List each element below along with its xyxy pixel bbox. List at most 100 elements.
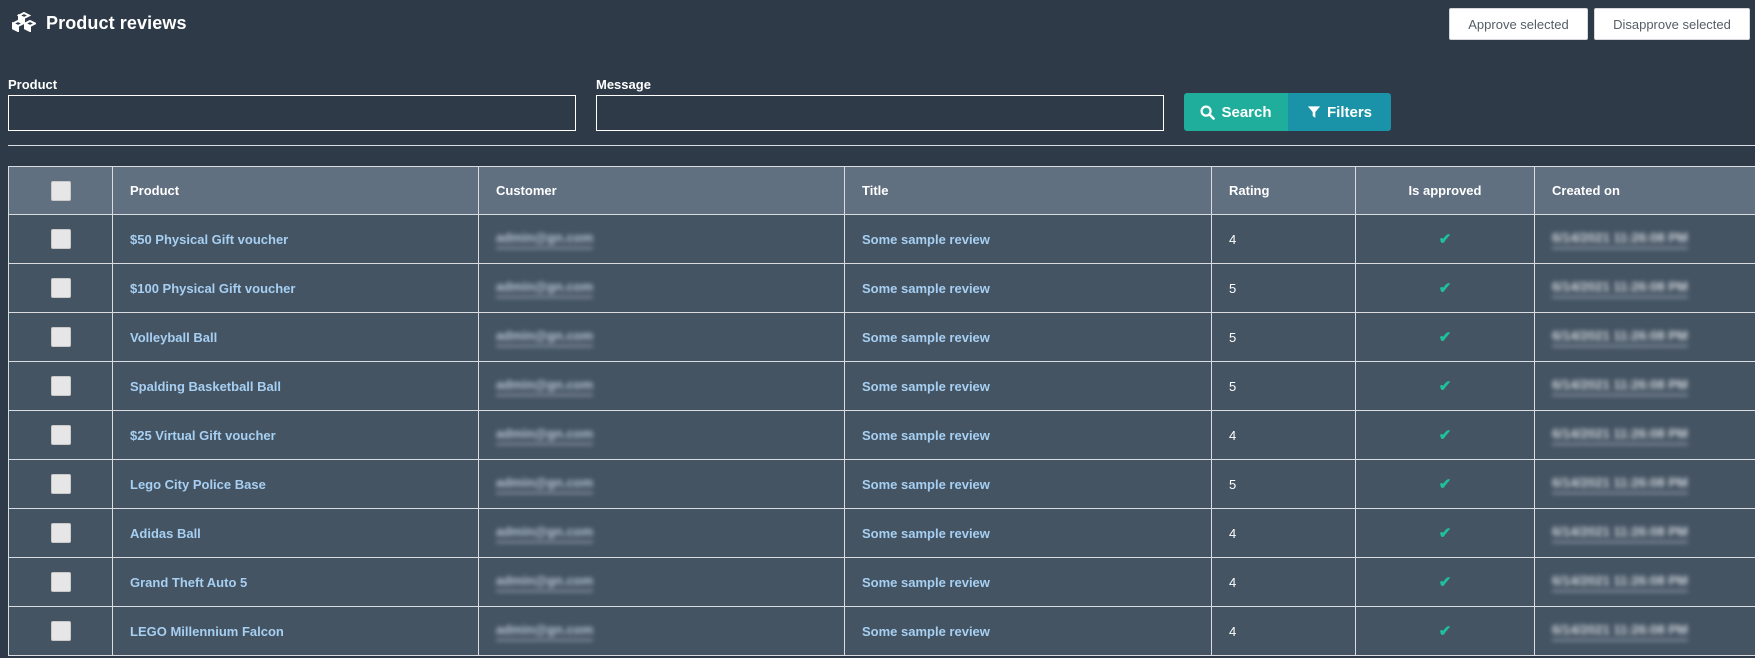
customer-email[interactable]: admin@gn.com — [496, 230, 594, 249]
rating-cell: 4 — [1211, 214, 1356, 264]
created-on-value: 6/14/2021 11:26:08 PM — [1552, 475, 1688, 494]
product-link[interactable]: $50 Physical Gift voucher — [130, 232, 288, 247]
is-approved-cell: ✔ — [1355, 312, 1535, 362]
customer-email[interactable]: admin@gn.com — [496, 622, 594, 641]
created-on-cell: 6/14/2021 11:26:08 PM — [1534, 606, 1755, 656]
rating-cell: 5 — [1211, 263, 1356, 313]
review-title-link[interactable]: Some sample review — [862, 477, 990, 492]
customer-email[interactable]: admin@gn.com — [496, 475, 594, 494]
created-on-value: 6/14/2021 11:26:08 PM — [1552, 328, 1688, 347]
page-title: Product reviews — [46, 13, 187, 33]
row-checkbox[interactable] — [50, 278, 71, 298]
customer-cell: admin@gn.com — [478, 459, 845, 509]
is-approved-cell: ✔ — [1355, 606, 1535, 656]
is-approved-cell: ✔ — [1355, 459, 1535, 509]
product-link[interactable]: LEGO Millennium Falcon — [130, 624, 284, 639]
rating-cell: 4 — [1211, 606, 1356, 656]
product-link[interactable]: Grand Theft Auto 5 — [130, 575, 247, 590]
is-approved-cell: ✔ — [1355, 263, 1535, 313]
column-header-title[interactable]: Title — [844, 166, 1212, 215]
customer-cell: admin@gn.com — [478, 606, 845, 656]
table-row: Lego City Police Base admin@gn.com Some sa… — [8, 459, 1755, 509]
customer-email[interactable]: admin@gn.com — [496, 426, 594, 445]
review-title-link[interactable]: Some sample review — [862, 232, 990, 247]
product-cell: $100 Physical Gift voucher — [112, 263, 479, 313]
column-header-is-approved[interactable]: Is approved — [1355, 166, 1535, 215]
created-on-cell: 6/14/2021 11:26:08 PM — [1534, 361, 1755, 411]
row-checkbox[interactable] — [50, 425, 71, 445]
title-cell: Some sample review — [844, 508, 1212, 558]
row-checkbox[interactable] — [50, 523, 71, 543]
title-cell: Some sample review — [844, 410, 1212, 460]
cubes-icon — [12, 12, 36, 32]
column-header-customer[interactable]: Customer — [478, 166, 845, 215]
customer-email[interactable]: admin@gn.com — [496, 279, 594, 298]
row-select-cell — [8, 557, 113, 607]
product-link[interactable]: Spalding Basketball Ball — [130, 379, 281, 394]
customer-cell: admin@gn.com — [478, 508, 845, 558]
is-approved-cell: ✔ — [1355, 557, 1535, 607]
customer-cell: admin@gn.com — [478, 263, 845, 313]
review-title-link[interactable]: Some sample review — [862, 624, 990, 639]
check-icon: ✔ — [1438, 231, 1452, 248]
filters-button[interactable]: Filters — [1288, 93, 1391, 131]
select-all-checkbox[interactable] — [50, 180, 71, 201]
product-link[interactable]: Volleyball Ball — [130, 330, 217, 345]
product-link[interactable]: Adidas Ball — [130, 526, 201, 541]
customer-email[interactable]: admin@gn.com — [496, 573, 594, 592]
disapprove-selected-button[interactable]: Disapprove selected — [1594, 8, 1750, 40]
created-on-cell: 6/14/2021 11:26:08 PM — [1534, 214, 1755, 264]
created-on-value: 6/14/2021 11:26:08 PM — [1552, 377, 1688, 396]
table-row: $25 Virtual Gift voucher admin@gn.com Some… — [8, 410, 1755, 460]
search-button[interactable]: Search — [1184, 93, 1288, 131]
row-select-cell — [8, 312, 113, 362]
search-button-label: Search — [1221, 103, 1272, 121]
created-on-cell: 6/14/2021 11:26:08 PM — [1534, 263, 1755, 313]
row-checkbox[interactable] — [50, 572, 71, 592]
table-header-row: Product Customer Title Rating Is approve… — [8, 166, 1755, 215]
customer-email[interactable]: admin@gn.com — [496, 524, 594, 543]
row-checkbox[interactable] — [50, 229, 71, 249]
product-link[interactable]: $100 Physical Gift voucher — [130, 281, 295, 296]
review-title-link[interactable]: Some sample review — [862, 330, 990, 345]
product-cell: Lego City Police Base — [112, 459, 479, 509]
review-title-link[interactable]: Some sample review — [862, 428, 990, 443]
customer-cell: admin@gn.com — [478, 410, 845, 460]
table-row: LEGO Millennium Falcon admin@gn.com Some s… — [8, 606, 1755, 656]
title-cell: Some sample review — [844, 557, 1212, 607]
check-icon: ✔ — [1438, 623, 1452, 640]
table-row: $50 Physical Gift voucher admin@gn.com Som… — [8, 214, 1755, 264]
approve-selected-button[interactable]: Approve selected — [1449, 8, 1588, 40]
customer-email[interactable]: admin@gn.com — [496, 328, 594, 347]
column-header-created-on[interactable]: Created on — [1534, 166, 1755, 215]
row-checkbox[interactable] — [50, 376, 71, 396]
row-checkbox[interactable] — [50, 327, 71, 347]
title-cell: Some sample review — [844, 459, 1212, 509]
product-link[interactable]: Lego City Police Base — [130, 477, 266, 492]
created-on-cell: 6/14/2021 11:26:08 PM — [1534, 459, 1755, 509]
product-link[interactable]: $25 Virtual Gift voucher — [130, 428, 276, 443]
is-approved-cell: ✔ — [1355, 214, 1535, 264]
row-checkbox[interactable] — [50, 621, 71, 641]
message-field-label: Message — [596, 77, 651, 92]
review-title-link[interactable]: Some sample review — [862, 526, 990, 541]
check-icon: ✔ — [1438, 574, 1452, 591]
check-icon: ✔ — [1438, 525, 1452, 542]
row-checkbox[interactable] — [50, 474, 71, 494]
column-header-product[interactable]: Product — [112, 166, 479, 215]
review-title-link[interactable]: Some sample review — [862, 281, 990, 296]
message-search-input[interactable] — [596, 95, 1164, 131]
product-search-input[interactable] — [8, 95, 576, 131]
product-field-label: Product — [8, 77, 58, 92]
review-title-link[interactable]: Some sample review — [862, 379, 990, 394]
row-select-cell — [8, 508, 113, 558]
created-on-value: 6/14/2021 11:26:08 PM — [1552, 279, 1688, 298]
row-select-cell — [8, 410, 113, 460]
row-select-cell — [8, 361, 113, 411]
created-on-cell: 6/14/2021 11:26:08 PM — [1534, 410, 1755, 460]
column-header-rating[interactable]: Rating — [1211, 166, 1356, 215]
review-title-link[interactable]: Some sample review — [862, 575, 990, 590]
customer-email[interactable]: admin@gn.com — [496, 377, 594, 396]
rating-cell: 4 — [1211, 508, 1356, 558]
row-select-cell — [8, 459, 113, 509]
